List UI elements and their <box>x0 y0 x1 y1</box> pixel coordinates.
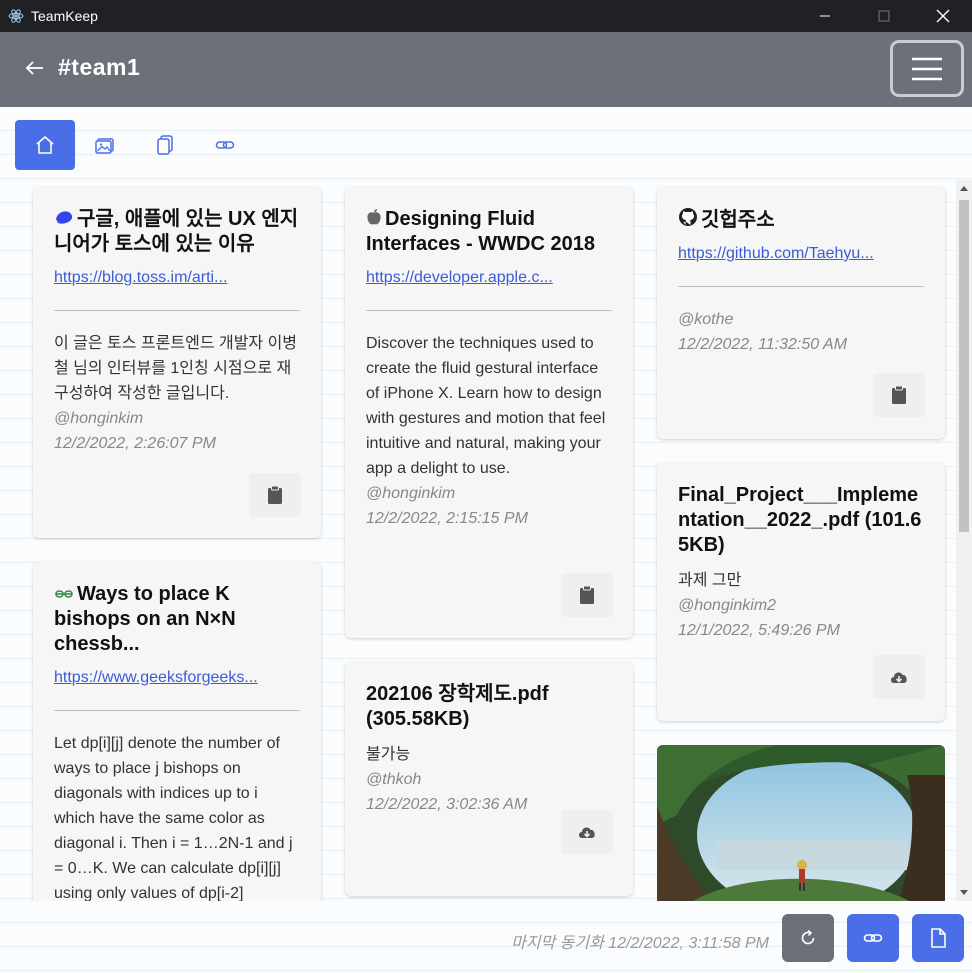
add-link-button[interactable] <box>847 914 899 962</box>
card-github[interactable]: 깃헙주소 https://github.com/Taehyu... @kothe… <box>657 187 945 439</box>
cloud-download-icon <box>579 827 595 838</box>
channel-title: #team1 <box>58 54 141 80</box>
cloud-download-icon <box>891 672 907 683</box>
scroll-down-arrow-icon[interactable] <box>960 890 968 895</box>
card-timestamp: 12/2/2022, 11:32:50 AM <box>678 336 848 353</box>
app-header: #team1 <box>0 32 972 107</box>
file-icon <box>931 928 946 948</box>
link-icon <box>863 934 883 942</box>
card-author: @thkoh <box>366 771 422 788</box>
link-icon <box>215 141 235 149</box>
maximize-button[interactable] <box>854 0 913 32</box>
image-icon <box>95 138 114 154</box>
card-title: Designing Fluid Interfaces - WWDC 2018 <box>366 208 595 255</box>
tab-files[interactable] <box>135 120 195 170</box>
divider <box>678 286 924 287</box>
card-toss[interactable]: 구글, 애플에 있는 UX 엔지니어가 토스에 있는 이유 https://bl… <box>33 187 321 538</box>
card-image[interactable] <box>657 745 945 901</box>
card-title: 깃헙주소 <box>678 207 924 233</box>
card-description: 과제 그만 <box>678 572 742 589</box>
toss-logo-icon <box>56 211 73 224</box>
download-button[interactable] <box>873 655 925 699</box>
divider <box>54 710 300 711</box>
card-author: @honginkim <box>54 410 144 427</box>
maximize-icon <box>878 10 889 22</box>
card-description: Discover the techniques used to create t… <box>366 335 606 477</box>
divider <box>54 310 300 311</box>
card-timestamp: 12/2/2022, 2:26:07 PM <box>54 435 216 452</box>
github-logo-icon <box>679 208 697 226</box>
hamburger-icon <box>912 57 942 80</box>
apple-logo-icon <box>367 209 381 225</box>
menu-button[interactable] <box>890 40 964 97</box>
divider <box>366 310 612 311</box>
tab-links[interactable] <box>195 120 255 170</box>
clipboard-icon <box>268 485 282 504</box>
refresh-icon <box>801 929 815 945</box>
minimize-button[interactable] <box>795 0 854 32</box>
card-link[interactable]: https://www.geeksforgeeks... <box>54 667 300 689</box>
back-arrow-icon[interactable] <box>24 58 46 78</box>
window-title: TeamKeep <box>31 8 98 24</box>
card-scroll-area[interactable]: 구글, 애플에 있는 UX 엔지니어가 토스에 있는 이유 https://bl… <box>0 180 972 901</box>
refresh-button[interactable] <box>782 914 834 962</box>
home-icon <box>36 136 54 154</box>
add-file-button[interactable] <box>912 914 964 962</box>
electron-app-icon <box>8 9 24 23</box>
card-wwdc[interactable]: Designing Fluid Interfaces - WWDC 2018 h… <box>345 187 633 638</box>
card-author: @honginkim <box>366 485 456 502</box>
clipboard-icon <box>892 385 906 404</box>
card-timestamp: 12/2/2022, 2:15:15 PM <box>366 510 528 527</box>
card-description: 불가능 <box>366 746 411 763</box>
card-author: @honginkim2 <box>678 597 777 614</box>
gfg-logo-icon <box>55 590 73 598</box>
last-sync-text: 마지막 동기화 12/2/2022, 3:11:58 PM <box>511 935 769 952</box>
card-link[interactable]: https://blog.toss.im/arti... <box>54 267 300 289</box>
card-scholarship-pdf[interactable]: 202106 장학제도.pdf (305.58KB) 불가능 @thkoh 12… <box>345 662 633 896</box>
card-final-project-pdf[interactable]: Final_Project___Implementation__2022_.pd… <box>657 463 945 721</box>
card-title: 구글, 애플에 있는 UX 엔지니어가 토스에 있는 이유 <box>54 208 299 255</box>
card-description: 이 글은 토스 프론트엔드 개발자 이병철 님의 인터뷰를 1인칭 시점으로 재… <box>54 335 298 402</box>
anime-forest-image <box>657 745 945 901</box>
scrollbar-thumb[interactable] <box>959 200 969 532</box>
card-title: 202106 장학제도.pdf (305.58KB) <box>366 683 549 730</box>
card-geeksforgeeks[interactable]: Ways to place K bishops on an N×N chessb… <box>33 562 321 901</box>
download-button[interactable] <box>561 810 613 854</box>
copy-icon <box>157 135 173 155</box>
tab-bar <box>15 120 255 170</box>
card-author: @kothe <box>678 311 734 328</box>
clipboard-icon <box>580 585 594 604</box>
footer-bar: 마지막 동기화 12/2/2022, 3:11:58 PM <box>0 901 972 973</box>
copy-to-clipboard-button[interactable] <box>249 473 301 517</box>
card-timestamp: 12/1/2022, 5:49:26 PM <box>678 622 840 639</box>
tab-images[interactable] <box>75 120 135 170</box>
copy-to-clipboard-button[interactable] <box>873 373 925 417</box>
card-title: Ways to place K bishops on an N×N chessb… <box>54 583 236 655</box>
vertical-scrollbar[interactable] <box>956 180 972 901</box>
card-link[interactable]: https://github.com/Taehyu... <box>678 243 924 265</box>
close-button[interactable] <box>913 0 972 32</box>
copy-to-clipboard-button[interactable] <box>561 573 613 617</box>
window-titlebar: TeamKeep <box>0 0 972 32</box>
scroll-up-arrow-icon[interactable] <box>960 186 968 191</box>
close-icon <box>936 9 949 23</box>
card-link[interactable]: https://developer.apple.c... <box>366 267 612 289</box>
card-description: Let dp[i][j] denote the number of ways t… <box>54 735 293 901</box>
minimize-icon <box>819 15 830 17</box>
tab-home[interactable] <box>15 120 75 170</box>
card-title: Final_Project___Implementation__2022_.pd… <box>678 484 922 556</box>
